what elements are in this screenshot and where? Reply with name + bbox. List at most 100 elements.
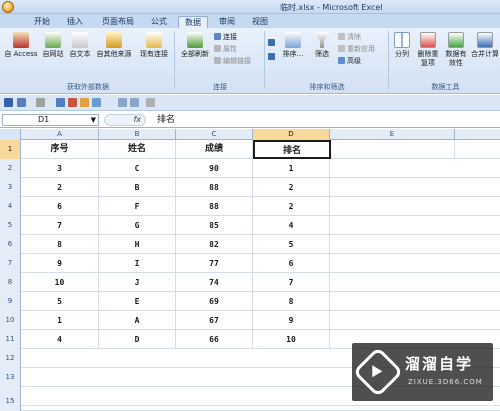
cell[interactable]: F [99,197,176,216]
tab-view[interactable]: 视图 [246,16,274,28]
properties-button[interactable]: 属性 [214,44,237,54]
row-header[interactable]: 3 [0,178,21,197]
cell[interactable]: 6 [253,254,330,273]
cell[interactable]: A [99,311,176,330]
row-header[interactable]: 1 [0,140,21,159]
cell[interactable]: I [99,254,176,273]
cell[interactable]: 10 [21,273,99,292]
edit-links-button[interactable]: 编辑链接 [214,56,251,66]
cell[interactable]: 88 [176,178,253,197]
row-header[interactable]: 10 [0,311,21,330]
cell[interactable]: E [99,292,176,311]
existing-connections-button[interactable]: 现有连接 [138,32,170,59]
cell-d1[interactable]: 排名 [253,140,331,159]
cell[interactable]: 8 [253,292,330,311]
row-header[interactable]: 2 [0,159,21,178]
cell[interactable]: 9 [21,254,99,273]
row-header[interactable]: 11 [0,330,21,349]
reapply-button[interactable]: 重新应用 [338,44,375,54]
row-header[interactable]: 7 [0,254,21,273]
cell-c1[interactable]: 成绩 [176,140,253,159]
save-icon[interactable] [4,98,13,107]
cell[interactable]: 3 [21,159,99,178]
advanced-button[interactable]: 高级 [338,56,361,66]
redo-icon[interactable] [36,98,45,107]
connections-button[interactable]: 连接 [214,32,237,42]
undo-icon[interactable] [17,98,26,107]
cell[interactable]: 2 [253,197,330,216]
column-header-a[interactable]: A [21,129,99,140]
print-preview-icon[interactable] [92,98,101,107]
cell[interactable]: 66 [176,330,253,349]
from-access-button[interactable]: 自 Access [4,32,38,59]
filter-button[interactable]: 筛选 [310,32,334,59]
row-header[interactable]: 9 [0,292,21,311]
cell-e1[interactable] [331,140,455,159]
cell[interactable]: 8 [21,235,99,254]
cell[interactable]: 1 [21,311,99,330]
from-text-button[interactable]: 自文本 [67,32,93,59]
sort-az-button[interactable] [268,38,277,48]
cell[interactable]: 2 [253,178,330,197]
cell[interactable]: 10 [253,330,330,349]
cell[interactable]: 5 [253,235,330,254]
customize-qat-icon[interactable] [146,98,155,107]
row-header[interactable]: 13 [0,368,21,387]
row-header[interactable]: 4 [0,197,21,216]
clear-button[interactable]: 清除 [338,32,361,42]
cell[interactable]: J [99,273,176,292]
tab-home[interactable]: 开始 [28,16,56,28]
cell[interactable]: 69 [176,292,253,311]
row-header[interactable]: 15 [0,392,21,411]
row-header[interactable]: 12 [0,349,21,368]
cell[interactable]: 7 [21,216,99,235]
cell[interactable]: 90 [176,159,253,178]
camera-icon[interactable] [130,98,139,107]
chart-icon[interactable] [68,98,77,107]
office-button[interactable] [2,1,14,13]
cell-a1[interactable]: 序号 [21,140,99,159]
cell-b1[interactable]: 姓名 [99,140,176,159]
remove-duplicates-button[interactable]: 删除重复项 [415,32,441,68]
from-web-button[interactable]: 自网站 [40,32,66,59]
cell[interactable]: 82 [176,235,253,254]
text-to-columns-button[interactable]: 分列 [391,32,413,59]
cell[interactable]: 7 [253,273,330,292]
tab-review[interactable]: 审阅 [212,16,242,28]
cell[interactable]: 4 [253,216,330,235]
from-other-sources-button[interactable]: 自其他来源 [94,32,134,59]
cell[interactable]: 88 [176,197,253,216]
chevron-down-icon[interactable]: ▼ [91,115,96,125]
cell[interactable]: D [99,330,176,349]
column-header-b[interactable]: B [99,129,176,140]
insert-function-button[interactable]: fx [104,114,146,126]
cell[interactable]: H [99,235,176,254]
sort-za-button[interactable] [268,52,277,62]
column-header-c[interactable]: C [176,129,253,140]
cell[interactable]: G [99,216,176,235]
name-box[interactable]: D1 ▼ [2,114,99,126]
row-header[interactable]: 6 [0,235,21,254]
tab-insert[interactable]: 插入 [60,16,90,28]
cell[interactable]: 67 [176,311,253,330]
column-header-d[interactable]: D [253,129,330,140]
cell[interactable]: 4 [21,330,99,349]
cell[interactable]: 77 [176,254,253,273]
cell[interactable]: C [99,159,176,178]
data-validation-button[interactable]: 数据有效性 [443,32,469,68]
sort-button[interactable]: 排序... [280,32,306,59]
tab-data[interactable]: 数据 [178,16,208,28]
row-header[interactable]: 8 [0,273,21,292]
cell[interactable]: 9 [253,311,330,330]
tab-formulas[interactable]: 公式 [144,16,174,28]
cell[interactable]: 85 [176,216,253,235]
cell[interactable]: 1 [253,159,330,178]
cell[interactable]: 74 [176,273,253,292]
cell[interactable]: 2 [21,178,99,197]
sort-quick-icon[interactable] [56,98,65,107]
row-header[interactable]: 5 [0,216,21,235]
consolidate-button[interactable]: 合并计算 [471,32,499,59]
table-icon[interactable] [80,98,89,107]
cell[interactable]: 6 [21,197,99,216]
select-all-button[interactable] [0,129,21,140]
